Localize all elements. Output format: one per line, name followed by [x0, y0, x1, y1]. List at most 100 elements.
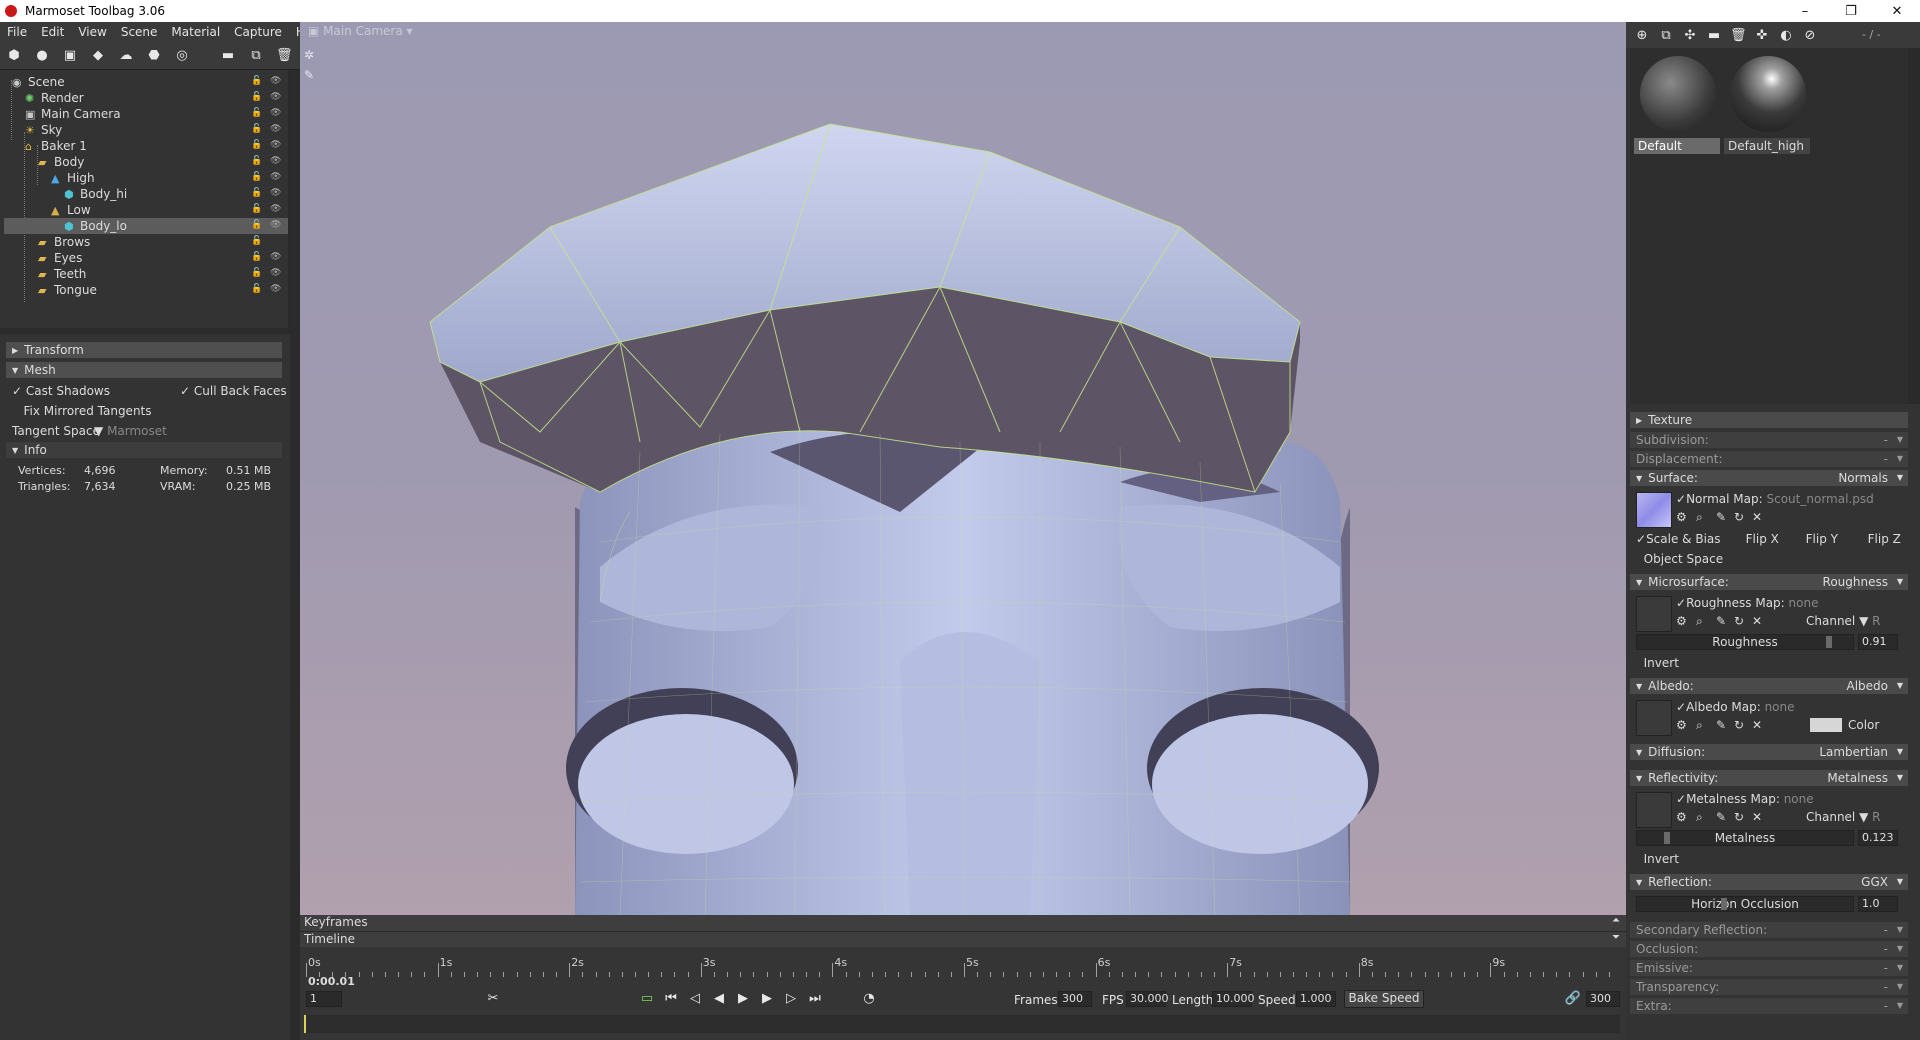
map-settings-icon[interactable]: ⚙ [1676, 510, 1687, 524]
timeline-header[interactable]: Timeline ⏷ [300, 931, 1626, 947]
map-clear-icon[interactable]: ✕ [1752, 510, 1762, 524]
channel-dropdown[interactable]: Channel ▼ R [1806, 614, 1880, 628]
albedo-map-checkbox[interactable]: ✓Albedo Map: none [1676, 700, 1795, 714]
outliner-item[interactable]: ▰ Body 🔓 👁 [4, 154, 292, 170]
albedo-map-thumbnail[interactable] [1636, 700, 1672, 736]
flip-z-checkbox[interactable]: Flip Z [1860, 532, 1901, 546]
outliner-item[interactable]: ▰ Brows 🔓 [4, 234, 292, 250]
visibility-icon[interactable]: 👁 [270, 124, 281, 134]
add-turntable-icon[interactable]: ◎ [174, 48, 190, 64]
albedo-color-swatch[interactable] [1810, 718, 1842, 732]
secondary-reflection-section[interactable]: Secondary Reflection: - ▼ [1630, 922, 1908, 938]
channel-dropdown[interactable]: Channel ▼ R [1806, 810, 1880, 824]
outliner-item[interactable]: ▣ Main Camera 🔓 👁 [4, 106, 292, 122]
flip-y-checkbox[interactable]: Flip Y [1798, 532, 1838, 546]
add-baker-icon[interactable]: ⬣ [146, 48, 162, 64]
map-settings-icon[interactable]: ⚙ [1676, 614, 1687, 628]
outliner-item[interactable]: ▲ High 🔓 👁 [4, 170, 292, 186]
close-button[interactable]: ✕ [1874, 0, 1920, 22]
menu-capture[interactable]: Capture [227, 25, 289, 39]
visibility-icon[interactable]: 👁 [270, 172, 281, 182]
slider-knob[interactable] [1826, 636, 1833, 648]
invert-checkbox[interactable]: Invert [1636, 656, 1679, 670]
map-reload-icon[interactable]: ↻ [1734, 510, 1744, 524]
lock-icon[interactable]: 🔓 [251, 252, 262, 262]
map-edit-icon[interactable]: ✎ [1716, 510, 1726, 524]
menu-material[interactable]: Material [164, 25, 227, 39]
lock-icon[interactable]: 🔓 [251, 172, 262, 182]
delete-icon[interactable]: 🗑 [276, 48, 293, 64]
map-reload-icon[interactable]: ↻ [1734, 810, 1744, 824]
map-clear-icon[interactable]: ✕ [1752, 810, 1762, 824]
lock-icon[interactable]: 🔓 [251, 204, 262, 214]
metalness-slider[interactable]: Metalness [1636, 830, 1854, 846]
settings-icon[interactable]: ✲ [304, 48, 314, 62]
speed-dial-icon[interactable]: ◔ [860, 991, 878, 1006]
add-shadow-catcher-icon[interactable]: ◆ [90, 48, 106, 64]
pick-material-icon[interactable]: ◐ [1778, 28, 1794, 44]
lock-icon[interactable]: 🔓 [251, 156, 262, 166]
tangent-space-dropdown[interactable]: ▼ Marmoset [94, 424, 167, 438]
roughness-slider[interactable]: Roughness [1636, 634, 1854, 650]
cast-shadows-checkbox[interactable]: ✓ Cast Shadows [12, 384, 110, 398]
roughness-map-checkbox[interactable]: ✓Roughness Map: none [1676, 596, 1818, 610]
lock-icon[interactable]: 🔓 [251, 220, 262, 230]
visibility-icon[interactable]: 👁 [270, 220, 281, 230]
outliner-item[interactable]: ✺ Render 🔓 👁 [4, 90, 292, 106]
skip-start-icon[interactable]: ⏮ [662, 991, 680, 1006]
map-settings-icon[interactable]: ⚙ [1676, 718, 1687, 732]
add-camera-icon[interactable]: ▣ [62, 48, 78, 64]
cull-back-faces-checkbox[interactable]: ✓ Cull Back Faces [180, 384, 287, 398]
occlusion-section[interactable]: Occlusion: - ▼ [1630, 941, 1908, 957]
outliner-item[interactable]: ⬢ Body_lo 🔓 👁 [4, 218, 292, 234]
minimize-button[interactable]: – [1782, 0, 1828, 22]
map-search-icon[interactable]: ⌕ [1696, 510, 1703, 525]
scissors-icon[interactable]: ✂ [484, 991, 502, 1006]
reflectivity-section[interactable]: ▼ Reflectivity: Metalness ▼ [1630, 770, 1908, 786]
duplicate-material-icon[interactable]: ⧉ [1658, 28, 1674, 44]
lock-icon[interactable]: 🔓 [251, 188, 262, 198]
frame-field[interactable]: 1 [306, 991, 342, 1007]
transform-section[interactable]: ▶ Transform [6, 342, 282, 358]
slider-knob[interactable] [1721, 898, 1728, 910]
outliner-item[interactable]: ▰ Tongue 🔓 👁 [4, 282, 292, 298]
horizon-occlusion-value[interactable]: 1.0 [1858, 896, 1898, 912]
timeline-track[interactable] [304, 1015, 1620, 1033]
transparency-section[interactable]: Transparency: - ▼ [1630, 979, 1908, 995]
map-edit-icon[interactable]: ✎ [1716, 810, 1726, 824]
outliner-item[interactable]: ▰ Teeth 🔓 👁 [4, 266, 292, 282]
horizon-occlusion-slider[interactable]: Horizon Occlusion [1636, 896, 1854, 912]
restore-button[interactable]: ❐ [1828, 0, 1874, 22]
emissive-section[interactable]: Emissive: - ▼ [1630, 960, 1908, 976]
loop-icon[interactable]: ▭ [638, 991, 656, 1006]
step-forward-icon[interactable]: ▶ [758, 991, 776, 1006]
length-field[interactable]: 10.000 [1212, 991, 1255, 1007]
object-space-checkbox[interactable]: Object Space [1636, 552, 1723, 566]
albedo-section[interactable]: ▼ Albedo: Albedo ▼ [1630, 678, 1908, 694]
map-settings-icon[interactable]: ⚙ [1676, 810, 1687, 824]
import-folder-icon[interactable]: ▬ [220, 48, 236, 64]
material-scrollbar[interactable] [1908, 48, 1920, 404]
step-back-icon[interactable]: ◀ [710, 991, 728, 1006]
material-library-icon[interactable]: ✣ [1682, 28, 1698, 44]
visibility-icon[interactable]: 👁 [270, 108, 281, 118]
end-frame-field[interactable]: 300 [1586, 991, 1620, 1007]
lock-icon[interactable]: 🔓 [251, 92, 262, 102]
visibility-icon[interactable]: 👁 [270, 140, 281, 150]
duplicate-icon[interactable]: ⧉ [248, 48, 264, 64]
visibility-icon[interactable]: 👁 [270, 284, 281, 294]
map-reload-icon[interactable]: ↻ [1734, 718, 1744, 732]
flip-x-checkbox[interactable]: Flip X [1738, 532, 1779, 546]
new-material-icon[interactable]: ⊕ [1634, 28, 1650, 44]
scale-bias-checkbox[interactable]: ✓Scale & Bias [1636, 532, 1721, 546]
material-default[interactable]: Default [1634, 52, 1720, 156]
normal-map-checkbox[interactable]: ✓Normal Map: Scout_normal.psd [1676, 492, 1874, 506]
outliner-item[interactable]: ☀ Sky 🔓 👁 [4, 122, 292, 138]
time-ruler[interactable]: 0s 1s 2s 3s 4s 5s 6s 7s 8s 9s [300, 951, 1626, 977]
prev-key-icon[interactable]: ◁ [686, 991, 704, 1006]
play-icon[interactable]: ▶ [734, 991, 752, 1006]
lock-icon[interactable]: 🔓 [251, 76, 262, 86]
info-section[interactable]: ▼ Info [6, 442, 282, 458]
skip-end-icon[interactable]: ⏭ [806, 991, 824, 1006]
fps-field[interactable]: 30.000 [1126, 991, 1169, 1007]
